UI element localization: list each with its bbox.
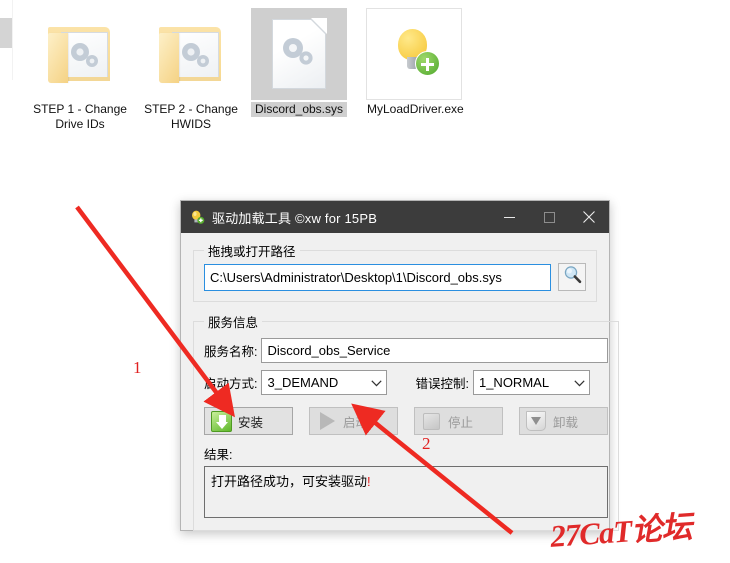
desktop-icon-step-1[interactable]: STEP 1 - Change Drive IDs bbox=[32, 8, 128, 132]
screen-edge-stub bbox=[0, 18, 12, 48]
start-type-value: 3_DEMAND bbox=[267, 375, 339, 390]
maximize-button[interactable] bbox=[529, 201, 569, 233]
desktop-icon-label: MyLoadDriver.exe bbox=[367, 102, 464, 116]
path-group: 拖拽或打开路径 C:\Users\Administrator\Desktop\1… bbox=[193, 241, 597, 302]
error-control-select[interactable]: 1_NORMAL bbox=[472, 370, 590, 395]
folder-icon bbox=[32, 8, 128, 100]
stop-button[interactable]: 停止 bbox=[414, 407, 503, 435]
path-input[interactable]: C:\Users\Administrator\Desktop\1\Discord… bbox=[204, 263, 551, 291]
folder-icon bbox=[143, 8, 239, 100]
marker-two-label: 2 bbox=[422, 434, 431, 453]
start-button[interactable]: 启动 bbox=[309, 407, 398, 435]
service-group: 服务信息 服务名称: Discord_obs_Service 启动方式: 3_D… bbox=[193, 312, 619, 531]
magnifier-icon bbox=[563, 265, 582, 289]
result-output: 打开路径成功，可安装驱动! bbox=[204, 466, 608, 518]
service-group-legend: 服务信息 bbox=[208, 316, 259, 330]
window-title: 驱动加载工具 ©xw for 15PB bbox=[212, 210, 378, 226]
result-label: 结果: bbox=[204, 448, 233, 462]
marker-one-label: 1 bbox=[133, 358, 142, 377]
browse-button[interactable] bbox=[558, 263, 586, 291]
desktop-icon-discord-obs-sys[interactable]: Discord_obs.sys bbox=[251, 8, 347, 117]
service-name-value: Discord_obs_Service bbox=[267, 343, 391, 358]
lightbulb-icon bbox=[190, 210, 205, 225]
chevron-down-icon bbox=[574, 375, 585, 390]
desktop-background: STEP 1 - Change Drive IDs STEP 2 - Chang… bbox=[0, 0, 730, 563]
action-buttons: 安装 启动 停止 卸载 bbox=[204, 407, 608, 435]
service-options-row: 启动方式: 3_DEMAND 错误控制: 1_NORMAL bbox=[204, 370, 608, 395]
uninstall-button-label: 卸载 bbox=[553, 415, 579, 430]
play-icon bbox=[315, 410, 337, 432]
minimize-button[interactable] bbox=[489, 201, 529, 233]
chevron-down-icon bbox=[371, 375, 383, 390]
download-icon bbox=[210, 410, 232, 432]
lightbulb-plus-icon bbox=[366, 8, 462, 100]
result-exclamation: ! bbox=[367, 474, 371, 489]
error-control-value: 1_NORMAL bbox=[478, 375, 550, 390]
desktop-icon-myloaddriver-exe[interactable]: MyLoadDriver.exe bbox=[366, 8, 464, 117]
sys-file-icon bbox=[251, 8, 347, 100]
screen-edge-line bbox=[12, 0, 13, 80]
result-text: 打开路径成功，可安装驱动 bbox=[211, 474, 368, 489]
install-button-label: 安装 bbox=[238, 415, 264, 430]
start-type-label: 启动方式: bbox=[204, 377, 258, 391]
path-input-value: C:\Users\Administrator\Desktop\1\Discord… bbox=[210, 269, 502, 285]
forum-watermark: 27CaT论坛 bbox=[549, 509, 693, 554]
desktop-icon-label: Discord_obs.sys bbox=[251, 102, 347, 117]
uninstall-button[interactable]: 卸载 bbox=[519, 407, 608, 435]
install-button[interactable]: 安装 bbox=[204, 407, 293, 435]
error-control-label: 错误控制: bbox=[415, 377, 469, 391]
service-name-row: 服务名称: Discord_obs_Service bbox=[204, 338, 608, 363]
desktop-icon-label: STEP 2 - Change HWIDS bbox=[144, 102, 238, 131]
window-titlebar[interactable]: 驱动加载工具 ©xw for 15PB bbox=[181, 201, 609, 233]
stop-icon bbox=[420, 410, 442, 432]
stop-button-label: 停止 bbox=[448, 415, 474, 430]
trash-icon bbox=[525, 410, 547, 432]
service-name-input[interactable]: Discord_obs_Service bbox=[261, 338, 608, 363]
desktop-icon-step-2[interactable]: STEP 2 - Change HWIDS bbox=[143, 8, 239, 132]
driver-loader-window: 驱动加载工具 ©xw for 15PB 拖拽或打开路径 C:\Users\Adm… bbox=[180, 200, 619, 531]
path-group-legend: 拖拽或打开路径 bbox=[208, 245, 296, 259]
start-button-label: 启动 bbox=[343, 415, 369, 430]
close-button[interactable] bbox=[569, 201, 609, 233]
service-name-label: 服务名称: bbox=[204, 345, 258, 359]
desktop-icon-label: STEP 1 - Change Drive IDs bbox=[33, 102, 127, 131]
start-type-select[interactable]: 3_DEMAND bbox=[261, 370, 388, 395]
